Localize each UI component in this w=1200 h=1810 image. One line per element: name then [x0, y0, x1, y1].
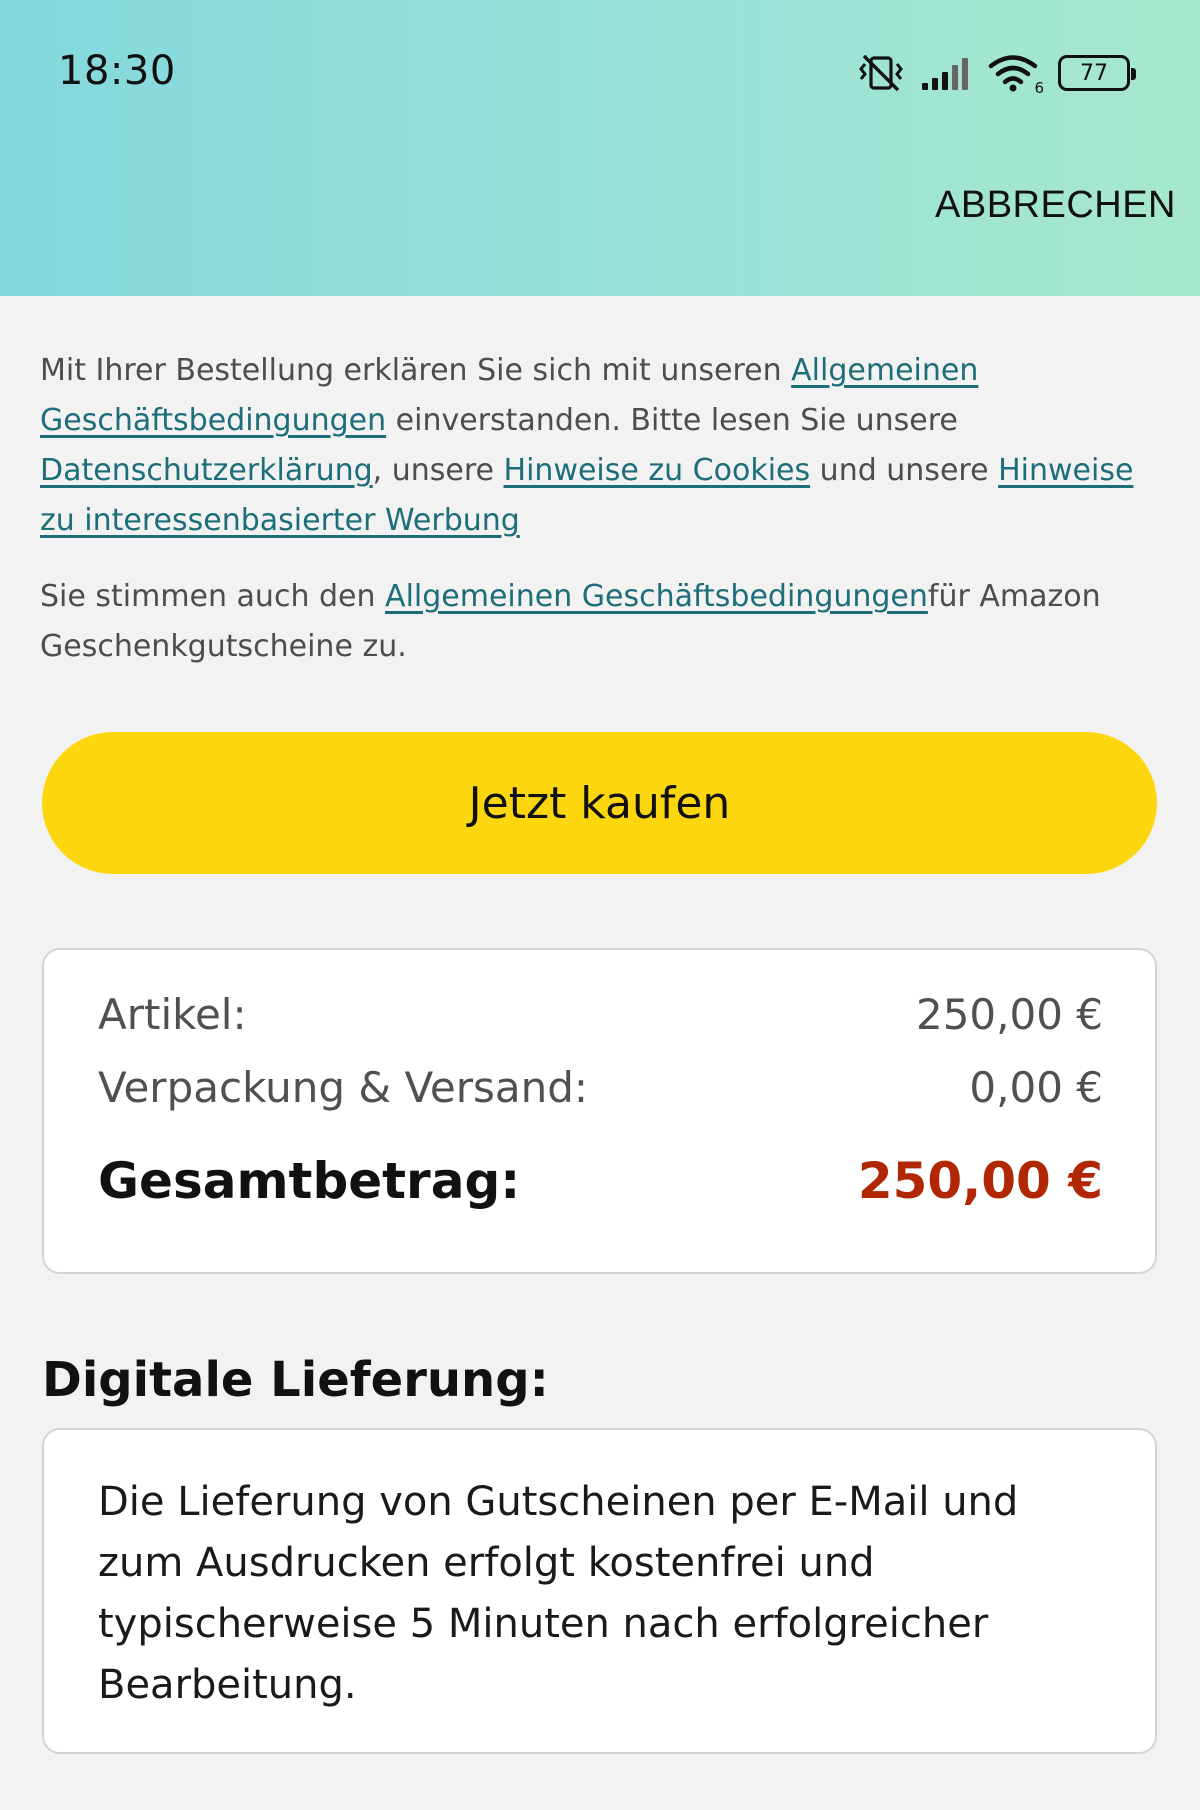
shipping-value: 0,00 €: [969, 1063, 1103, 1112]
giftcard-terms-link[interactable]: Allgemeinen Geschäftsbedingungen: [385, 579, 928, 614]
legal-paragraph-giftcard: Sie stimmen auch den Allgemeinen Geschäf…: [40, 572, 1165, 672]
cookies-link[interactable]: Hinweise zu Cookies: [504, 453, 811, 488]
legal-notice: Mit Ihrer Bestellung erklären Sie sich m…: [40, 346, 1165, 672]
summary-row-total: Gesamtbetrag: 250,00 €: [98, 1152, 1103, 1210]
battery-level: 77: [1080, 60, 1108, 86]
delivery-info-box: Die Lieferung von Gutscheinen per E-Mail…: [42, 1428, 1157, 1754]
order-summary: Artikel: 250,00 € Verpackung & Versand: …: [42, 948, 1157, 1274]
shipping-label: Verpackung & Versand:: [98, 1063, 589, 1112]
delivery-text: Die Lieferung von Gutscheinen per E-Mail…: [98, 1479, 1019, 1708]
legal-text: Sie stimmen auch den: [40, 579, 386, 614]
legal-text: und unsere: [810, 453, 999, 488]
legal-paragraph-terms: Mit Ihrer Bestellung erklären Sie sich m…: [40, 346, 1165, 546]
app-header: 18:30 6 77 ABBRECHEN: [0, 0, 1200, 296]
signal-icon: [920, 55, 972, 91]
status-icons: 6 77: [858, 50, 1136, 97]
summary-row-items: Artikel: 250,00 €: [98, 990, 1103, 1039]
vibrate-off-icon: [858, 52, 904, 94]
delivery-heading: Digitale Lieferung:: [42, 1352, 549, 1408]
legal-text: , unsere: [372, 453, 504, 488]
legal-text: Mit Ihrer Bestellung erklären Sie sich m…: [40, 353, 792, 388]
items-label: Artikel:: [98, 990, 247, 1039]
legal-text: einverstanden. Bitte lesen Sie unsere: [386, 403, 958, 438]
cancel-button[interactable]: ABBRECHEN: [935, 184, 1176, 227]
total-label: Gesamtbetrag:: [98, 1152, 521, 1210]
total-value: 250,00 €: [857, 1152, 1103, 1210]
buy-now-button[interactable]: Jetzt kaufen: [42, 732, 1157, 874]
wifi-badge: 6: [1034, 79, 1044, 97]
battery-icon: 77: [1058, 55, 1136, 91]
summary-row-shipping: Verpackung & Versand: 0,00 €: [98, 1063, 1103, 1112]
status-time: 18:30: [58, 48, 176, 94]
items-value: 250,00 €: [915, 990, 1103, 1039]
privacy-link[interactable]: Datenschutzerklärung: [40, 453, 373, 488]
wifi-icon: 6: [988, 53, 1044, 97]
